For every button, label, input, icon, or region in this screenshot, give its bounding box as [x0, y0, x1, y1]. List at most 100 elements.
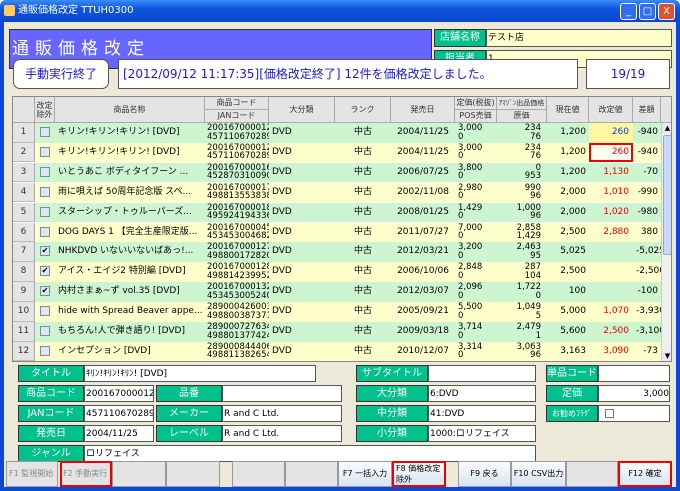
current-cell: 2,000	[560, 186, 586, 197]
table-row[interactable]: 11 もちろん!人で弾き語り! [DVD] DVD 中古 2009/03/18 5,60…	[13, 322, 661, 342]
pos-price: 0	[458, 151, 464, 162]
exclude-checkbox[interactable]	[40, 166, 50, 177]
f9-back-button[interactable]: F9 戻る	[458, 461, 511, 487]
revised-price-cell[interactable]: 1,130	[589, 163, 633, 183]
exclude-checkbox[interactable]	[40, 186, 50, 197]
jan-code: 4959241943361	[207, 211, 269, 222]
exclude-checkbox[interactable]	[40, 345, 50, 356]
list-price: 3,800	[458, 162, 483, 173]
table-row[interactable]: 6 DOG DAYS 1 【完全生産限定版... DVD 中古 2011/07/27 2…	[13, 222, 661, 243]
row-number: 10	[13, 302, 35, 322]
exclude-checkbox[interactable]	[40, 326, 50, 336]
current-cell: 2,500	[560, 266, 586, 277]
exclude-checkbox[interactable]: ✔	[40, 246, 50, 257]
revised-price-cell[interactable]: 1,070	[589, 302, 633, 322]
exclude-checkbox[interactable]	[40, 146, 50, 157]
table-row[interactable]: 4 雨に唄えば 50周年記念版 スペ... DVD 中古 2002/11/08 2,00…	[13, 182, 661, 203]
revised-price-cell[interactable]: 260	[589, 142, 633, 163]
recommend-flag-checkbox[interactable]	[605, 409, 614, 418]
exclude-checkbox[interactable]	[40, 206, 50, 217]
code-cell: 2890004260034988003873711	[205, 302, 269, 322]
f4-blank-button[interactable]	[166, 461, 220, 487]
exclude-checkbox[interactable]	[40, 306, 50, 317]
header-diff: 差額	[633, 97, 661, 123]
revised-price-cell[interactable]	[589, 262, 633, 282]
exclude-checkbox[interactable]	[40, 127, 50, 137]
window-title: 通販価格改定 TTUH0300	[18, 5, 134, 16]
table-row[interactable]: 9 ✔ 内村さまぁ~ず vol.35 [DVD] DVD 中古 2012/03/07 10…	[13, 282, 661, 302]
revised-price-cell[interactable]: 2,880	[589, 223, 633, 243]
exclude-checkbox[interactable]	[40, 226, 50, 237]
cost: 1,429	[516, 231, 541, 241]
f7-bulk-input-button[interactable]: F7 一括入力	[338, 461, 392, 487]
list-price: 3,000	[458, 142, 483, 153]
diff-cell: -70	[643, 166, 658, 177]
vertical-scrollbar[interactable]: ▲ ▼	[661, 123, 671, 361]
minimize-button[interactable]: _	[620, 3, 637, 20]
f6-blank-button[interactable]	[285, 461, 338, 487]
revised-price-cell[interactable]: 3,090	[589, 342, 633, 361]
f2-manual-run-button[interactable]: F2 手動実行	[60, 461, 112, 487]
amazon-cell: 2,463 95	[497, 242, 547, 262]
product-code-field: 200167000012	[84, 385, 154, 402]
list-price-label: 定価	[546, 385, 598, 402]
header-code-label: 商品コード	[216, 98, 257, 107]
f5-blank-button[interactable]	[232, 461, 285, 487]
cost: 96	[530, 350, 541, 361]
exclude-cell	[35, 342, 55, 361]
f3-blank-button[interactable]	[112, 461, 166, 487]
table-row[interactable]: 10 hide with Spread Beaver appe... DVD 中古 2…	[13, 302, 661, 322]
scroll-thumb[interactable]	[663, 135, 671, 255]
diff-cell: -100	[637, 286, 658, 297]
code-cell: 2890008444064988113826549	[205, 342, 269, 361]
category-cell: DVD	[272, 246, 292, 257]
code-cell: 2001670000454534530046826	[205, 223, 269, 243]
cost: 96	[530, 191, 541, 202]
table-row[interactable]: 3 いとうあこ ボディタイフーン ... DVD 中古 2006/07/25 1,200…	[13, 162, 661, 183]
jan-code-field: 4571106702892	[84, 405, 154, 422]
code-cell: 2001670001274988001728207	[205, 242, 269, 262]
table-row[interactable]: 8 ✔ アイス・エイジ2 特別編 [DVD] DVD 中古 2006/10/06 2,50…	[13, 262, 661, 282]
category-cell: DVD	[272, 206, 292, 217]
table-row[interactable]: 5 スターシップ・トゥルーパーズ... DVD 中古 2008/01/25 2,000 -…	[13, 202, 661, 223]
pos-price: 0	[458, 131, 464, 142]
code-cell: 2001670000184959241943361	[205, 203, 269, 223]
exclude-cell	[35, 183, 55, 203]
revised-price-cell[interactable]: 1,020	[589, 203, 633, 223]
exclude-cell	[35, 203, 55, 223]
f12-confirm-button[interactable]: F12 確定	[618, 461, 672, 487]
f10-csv-export-button[interactable]: F10 CSV出力	[511, 461, 566, 487]
jan-code: 4571106702892	[207, 151, 269, 162]
current-cell: 100	[568, 286, 586, 297]
jan-code: 4988135538383	[207, 191, 269, 202]
revised-price-cell[interactable]	[589, 242, 633, 262]
revised-price-cell[interactable]	[589, 282, 633, 302]
amazon-price: 1,722	[516, 282, 541, 293]
table-row[interactable]: 7 ✔ NHKDVD いないいないばあっ!... DVD 中古 2012/03/21 5,…	[13, 242, 661, 262]
table-row[interactable]: 1 キリン!キリン!キリン! [DVD] DVD 中古 2004/11/25 1,200…	[13, 123, 661, 143]
category-cell: DVD	[272, 127, 292, 137]
table-row[interactable]: 12 インセプション [DVD] DVD 中古 2010/12/07 3,163 -73 2…	[13, 341, 661, 361]
table-row[interactable]: 2 キリン!キリン!キリン! [DVD] DVD 中古 2004/11/25 1,200…	[13, 142, 661, 163]
exclude-checkbox[interactable]: ✔	[40, 286, 50, 297]
diff-cell: -990	[637, 186, 658, 197]
manual-run-end-button[interactable]: 手動実行終了	[13, 59, 109, 89]
close-button[interactable]: X	[658, 3, 675, 20]
scroll-down-icon[interactable]: ▼	[662, 351, 671, 361]
diff-cell: -73	[643, 345, 658, 356]
f1-monitor-start-button[interactable]: F1 監視開始	[6, 461, 58, 487]
scroll-up-icon[interactable]: ▲	[662, 123, 671, 134]
revised-price-cell[interactable]: 2,500	[589, 322, 633, 342]
exclude-checkbox[interactable]: ✔	[40, 266, 50, 277]
revised-price-cell[interactable]: 260	[589, 123, 633, 143]
row-number: 3	[13, 162, 35, 183]
code-cell: 2001670000124571106702892	[205, 143, 269, 163]
major-category-field: 6:DVD	[428, 385, 536, 402]
f8-exclude-revision-button[interactable]: F8 価格改定除外	[392, 461, 446, 487]
f11-blank-button[interactable]	[566, 461, 618, 487]
category-cell: DVD	[272, 146, 292, 157]
maker-field: R and C Ltd.	[222, 405, 342, 422]
maximize-button[interactable]: □	[639, 3, 656, 20]
revised-price-cell[interactable]: 1,010	[589, 183, 633, 203]
category-cell: DVD	[272, 166, 292, 177]
